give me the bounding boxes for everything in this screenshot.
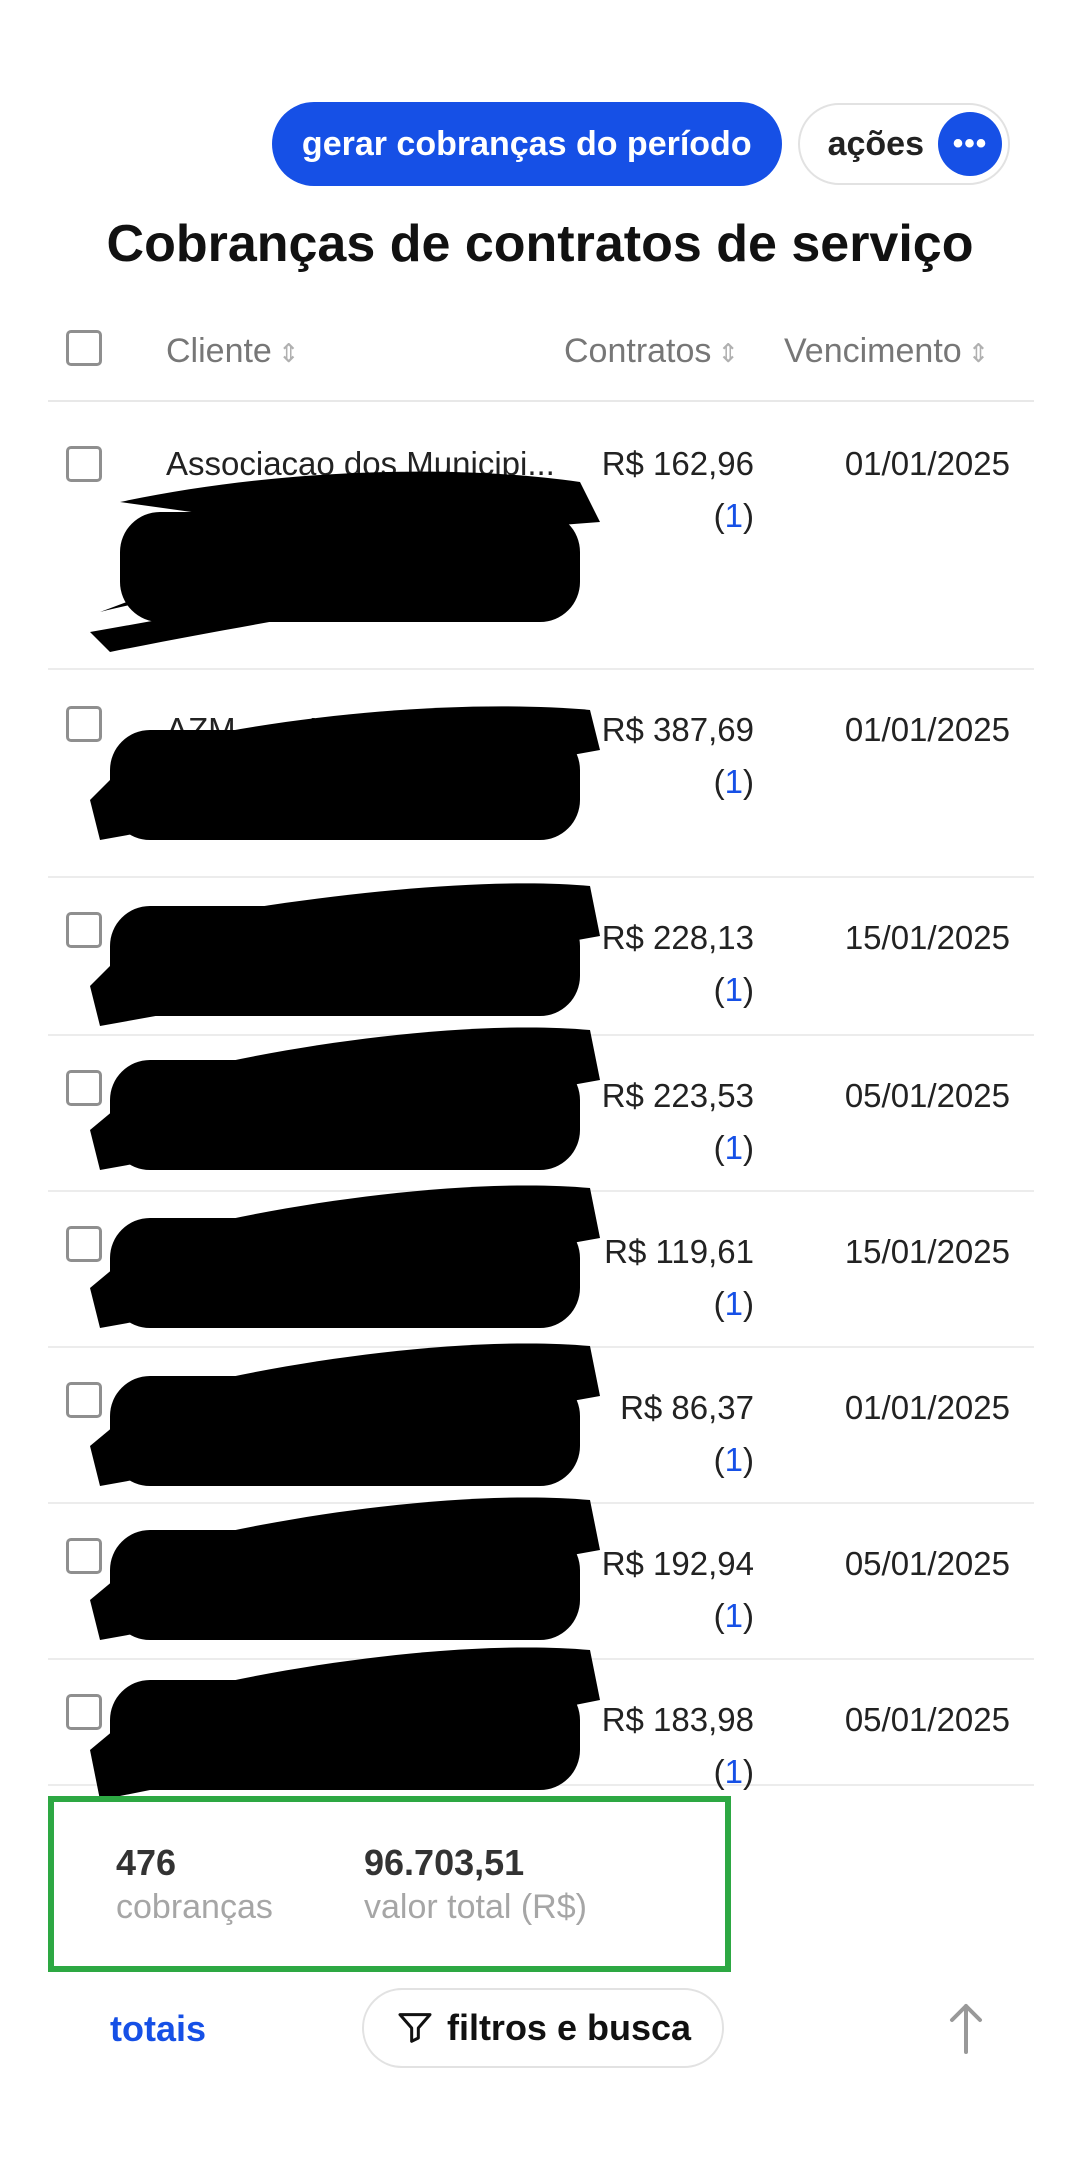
- header-actions: gerar cobranças do período ações •••: [271, 102, 1010, 186]
- sort-icon: ⇕: [967, 338, 990, 368]
- row-checkbox[interactable]: [66, 1382, 102, 1418]
- bottom-bar: totais filtros e busca: [0, 1988, 1080, 2108]
- contract-value: R$ 387,69 (1): [601, 711, 754, 800]
- charges-count: 476: [116, 1842, 177, 1883]
- due-date: 15/01/2025: [844, 919, 1010, 956]
- table-row[interactable]: Bi... R$ 183,98 (1) 05/01/2025: [48, 1658, 1034, 1790]
- table-row[interactable]: TUDO... ...LTDA R$ 86,37 (1) 01/01/2025: [48, 1346, 1034, 1504]
- due-date: 05/01/2025: [844, 1077, 1010, 1114]
- table-row[interactable]: Asso... R$ 223,53 (1) 05/01/2025: [48, 1034, 1034, 1192]
- contract-count-link[interactable]: 1: [725, 1753, 743, 1790]
- filter-label: filtros e busca: [446, 2007, 692, 2048]
- table-row[interactable]: Auto P... ...Ltda R$ 119,61 (1) 15/01/202…: [48, 1190, 1034, 1348]
- column-header-cliente[interactable]: Cliente ⇕: [166, 332, 300, 371]
- client-name: Associacao dos Municipi... ...do Vale ..…: [166, 445, 555, 534]
- contract-count-link[interactable]: 1: [725, 763, 743, 800]
- column-header-contratos[interactable]: Contratos ⇕: [564, 332, 739, 371]
- contract-value: R$ 183,98 (1): [601, 1701, 754, 1790]
- client-name: Auto P... ...Ltda: [166, 1233, 390, 1270]
- row-checkbox[interactable]: [66, 446, 102, 482]
- row-checkbox[interactable]: [66, 1226, 102, 1262]
- due-date: 01/01/2025: [844, 1389, 1010, 1426]
- filters-search-button[interactable]: filtros e busca: [362, 1988, 724, 2068]
- totals-summary: 476 cobranças 96.703,51 valor total (R$): [48, 1796, 731, 1972]
- arrow-up-icon[interactable]: [946, 2000, 986, 2056]
- row-checkbox[interactable]: [66, 912, 102, 948]
- total-value: 96.703,51: [364, 1842, 525, 1883]
- client-name: AZM ... ...Ltos ...arios LTDA: [166, 711, 571, 748]
- contract-value: R$ 228,13 (1): [601, 919, 754, 1008]
- table-header: Cliente ⇕ Contratos ⇕ Vencimento ⇕: [48, 312, 1034, 402]
- contract-value: R$ 86,37 (1): [620, 1389, 754, 1478]
- contract-value: R$ 223,53 (1): [601, 1077, 754, 1166]
- actions-label: ações: [827, 124, 924, 163]
- client-name: Asso...: [166, 1077, 267, 1114]
- column-header-vencimento[interactable]: Vencimento ⇕: [784, 332, 989, 371]
- due-date: 01/01/2025: [844, 445, 1010, 482]
- table-row[interactable]: Associacao dos Municipi... ...do Vale ..…: [48, 402, 1034, 670]
- due-date: 05/01/2025: [844, 1701, 1010, 1738]
- contract-count-link[interactable]: 1: [725, 1285, 743, 1322]
- client-name: TUDO... ...LTDA: [166, 1389, 406, 1426]
- row-checkbox[interactable]: [66, 1070, 102, 1106]
- contract-value: R$ 119,61 (1): [604, 1233, 754, 1322]
- more-horizontal-icon: •••: [938, 112, 1002, 176]
- client-name: Big F...: [166, 1545, 267, 1582]
- select-all-checkbox[interactable]: [66, 330, 102, 366]
- total-value-label: valor total (R$): [364, 1888, 587, 1926]
- table-row[interactable]: AZM ... ...Ltos ...arios LTDA R$ 387,69(…: [48, 668, 1034, 878]
- due-date: 01/01/2025: [844, 711, 1010, 748]
- due-date: 05/01/2025: [844, 1545, 1010, 1582]
- row-checkbox[interactable]: [66, 1694, 102, 1730]
- client-name: Bi...: [166, 1701, 223, 1738]
- contract-value: R$ 192,94 (1): [601, 1545, 754, 1634]
- charges-count-label: cobranças: [116, 1888, 273, 1926]
- table-row[interactable]: NATIV... R$ 228,13 (1) 15/01/2025: [48, 876, 1034, 1036]
- page-title: Cobranças de contratos de serviço: [106, 215, 974, 273]
- actions-button[interactable]: ações •••: [797, 103, 1010, 185]
- contract-value: R$ 162,96 (1): [601, 445, 754, 534]
- row-checkbox[interactable]: [66, 1538, 102, 1574]
- due-date: 15/01/2025: [844, 1233, 1010, 1270]
- row-checkbox[interactable]: [66, 706, 102, 742]
- sort-icon: ⇕: [277, 338, 300, 368]
- tab-totais[interactable]: totais: [110, 2008, 206, 2050]
- filter-icon: [398, 2013, 432, 2043]
- client-name: NATIV...: [166, 919, 286, 956]
- contract-count-link[interactable]: 1: [725, 1441, 743, 1478]
- contract-count-link[interactable]: 1: [725, 1129, 743, 1166]
- contract-count-link[interactable]: 1: [725, 497, 743, 534]
- table-row[interactable]: Big F... R$ 192,94 (1) 05/01/2025: [48, 1502, 1034, 1660]
- generate-charges-button[interactable]: gerar cobranças do período: [271, 102, 782, 186]
- contract-count-link[interactable]: 1: [725, 971, 743, 1008]
- sort-icon: ⇕: [717, 338, 740, 368]
- contract-count-link[interactable]: 1: [725, 1597, 743, 1634]
